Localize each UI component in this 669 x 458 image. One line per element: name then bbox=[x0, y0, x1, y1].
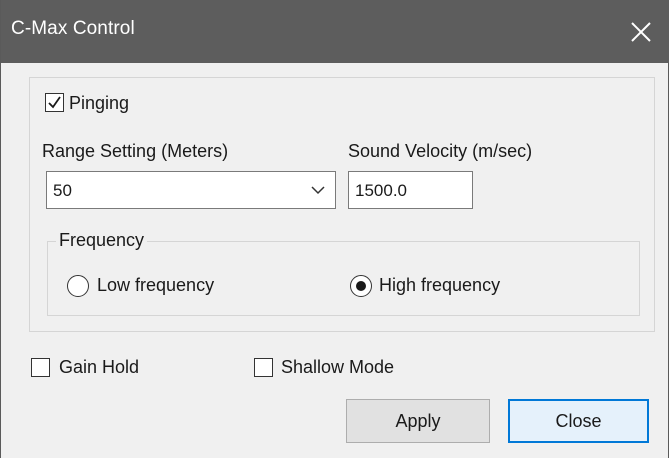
sound-velocity-label: Sound Velocity (m/sec) bbox=[348, 141, 533, 161]
sound-velocity-value: 1500.0 bbox=[355, 181, 407, 200]
title-bar[interactable]: C-Max Control bbox=[1, 0, 669, 63]
shallow-mode-label[interactable]: Shallow Mode bbox=[281, 357, 394, 378]
close-button[interactable]: Close bbox=[508, 399, 649, 443]
chevron-down-icon bbox=[311, 186, 325, 195]
sound-velocity-input[interactable]: 1500.0 bbox=[348, 171, 473, 209]
window-title: C-Max Control bbox=[11, 18, 135, 39]
shallow-mode-checkbox[interactable] bbox=[254, 358, 273, 377]
gain-hold-label[interactable]: Gain Hold bbox=[59, 357, 139, 378]
low-frequency-radio[interactable] bbox=[67, 275, 89, 297]
high-frequency-radio[interactable] bbox=[350, 275, 372, 297]
close-icon[interactable] bbox=[612, 0, 669, 63]
checkmark-icon bbox=[48, 96, 61, 109]
pinging-checkbox[interactable] bbox=[45, 93, 64, 112]
gain-hold-checkbox[interactable] bbox=[31, 358, 50, 377]
range-setting-value: 50 bbox=[53, 181, 72, 200]
range-setting-dropdown[interactable]: 50 bbox=[46, 171, 336, 209]
frequency-legend: Frequency bbox=[56, 230, 148, 251]
pinging-label[interactable]: Pinging bbox=[69, 93, 129, 114]
range-setting-label: Range Setting (Meters) bbox=[42, 141, 229, 161]
radio-selected-dot bbox=[356, 281, 366, 291]
cmax-control-dialog: C-Max Control Pinging Range Setting (Met… bbox=[0, 0, 669, 458]
apply-button[interactable]: Apply bbox=[346, 399, 490, 443]
high-frequency-label[interactable]: High frequency bbox=[379, 275, 500, 296]
low-frequency-label[interactable]: Low frequency bbox=[97, 275, 214, 296]
